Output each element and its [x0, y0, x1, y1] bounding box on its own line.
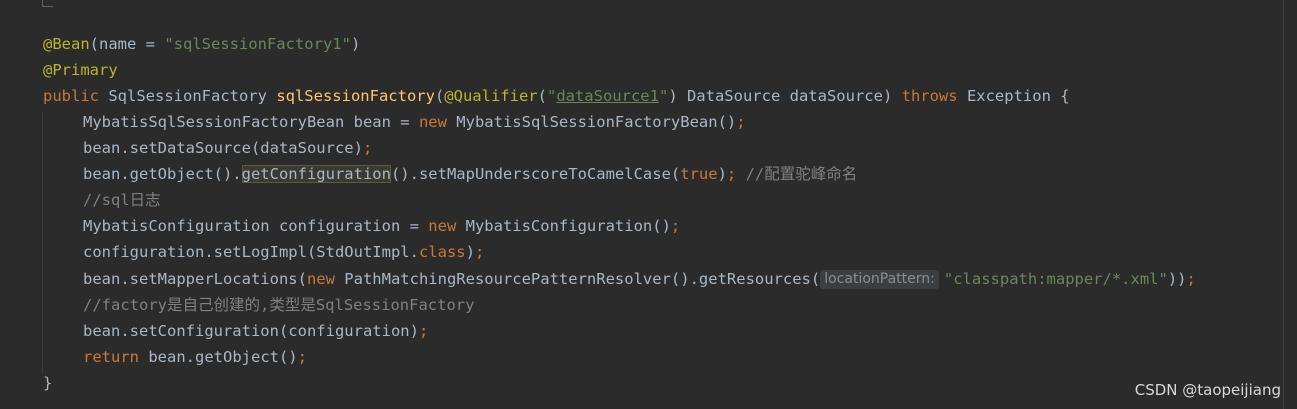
- code-token: bean.setMapperLocations(: [83, 270, 307, 288]
- keyword-token: public: [43, 87, 99, 105]
- semicolon-token: ;: [297, 348, 307, 366]
- code-token: bean.setConfiguration(configuration): [83, 322, 419, 340]
- method-name-token: sqlSessionFactory: [276, 87, 435, 105]
- code-token: }: [43, 374, 53, 392]
- brace-fold-marker: [42, 0, 53, 7]
- semicolon-token: ;: [362, 139, 373, 157]
- code-line-comment-factory[interactable]: //factory是自己创建的,类型是SqlSessionFactory: [83, 294, 474, 316]
- code-token: SqlSessionFactory: [99, 87, 277, 105]
- code-token: MybatisSqlSessionFactoryBean bean =: [83, 113, 419, 131]
- string-literal: "sqlSessionFactory1": [164, 35, 351, 53]
- code-token: ) DataSource dataSource): [668, 87, 902, 105]
- indent-guide: [42, 112, 43, 374]
- annotation-token: @Bean: [43, 35, 90, 53]
- highlighted-usage[interactable]: getConfiguration: [241, 165, 391, 183]
- code-line-bean-annotation[interactable]: @Bean(name = "sqlSessionFactory1"): [43, 33, 360, 55]
- code-token: bean.setDataSource(dataSource): [83, 139, 363, 157]
- code-token: (: [537, 87, 547, 105]
- keyword-token: return: [83, 348, 139, 366]
- code-token: MybatisConfiguration(): [456, 217, 671, 235]
- string-literal: "classpath:mapper/*.xml": [943, 270, 1168, 288]
- code-token: PathMatchingResourcePatternResolver().ge…: [334, 270, 821, 288]
- editor-gutter[interactable]: [0, 0, 30, 409]
- code-line-config-decl[interactable]: MybatisConfiguration configuration = new…: [83, 215, 680, 237]
- keyword-token: new: [306, 270, 335, 288]
- keyword-token: new: [428, 217, 457, 235]
- comment-token: //factory是自己创建的,类型是SqlSessionFactory: [83, 296, 475, 314]
- semicolon-token: ;: [726, 165, 737, 183]
- keyword-token: new: [418, 113, 447, 131]
- keyword-token: throws: [901, 87, 958, 105]
- code-line-bean-decl[interactable]: MybatisSqlSessionFactoryBean bean = new …: [83, 111, 746, 133]
- watermark-text: CSDN @taopeijiang: [1134, 381, 1281, 399]
- code-token: )): [1167, 270, 1187, 288]
- right-margin-guide: [1283, 0, 1284, 409]
- code-line-primary-annotation[interactable]: @Primary: [43, 59, 118, 81]
- code-token: bean.getObject(): [139, 348, 298, 366]
- semicolon-token: ;: [670, 217, 681, 235]
- comment-token: //sql日志: [83, 191, 161, 209]
- code-line-set-datasource[interactable]: bean.setDataSource(dataSource);: [83, 137, 372, 159]
- code-token: ): [717, 165, 727, 183]
- code-line-return[interactable]: return bean.getObject();: [83, 346, 307, 368]
- semicolon-token: ;: [474, 243, 485, 261]
- parameter-hint: locationPattern:: [820, 270, 939, 289]
- code-token: MybatisConfiguration configuration =: [83, 217, 429, 235]
- code-token: ): [350, 35, 361, 53]
- code-editor[interactable]: @Bean(name = "sqlSessionFactory1") @Prim…: [0, 0, 1297, 409]
- code-token: ().setMapUnderscoreToCamelCase(: [390, 165, 681, 183]
- code-line-camel-case[interactable]: bean.getObject().getConfiguration().setM…: [83, 163, 857, 185]
- code-token: ): [465, 243, 475, 261]
- qualifier-value-link[interactable]: dataSource1: [556, 87, 659, 105]
- code-line-method-signature[interactable]: public SqlSessionFactory sqlSessionFacto…: [43, 85, 1070, 107]
- comment-token: //配置驼峰命名: [736, 165, 858, 183]
- code-line-comment-sql-log[interactable]: //sql日志: [83, 189, 161, 211]
- code-token: Exception {: [957, 87, 1070, 105]
- code-line-mapper-locations[interactable]: bean.setMapperLocations(new PathMatching…: [83, 268, 1196, 290]
- semicolon-token: ;: [1186, 270, 1196, 288]
- code-token: (: [434, 87, 445, 105]
- annotation-token: @Qualifier: [444, 87, 538, 105]
- string-quote: ": [546, 87, 557, 105]
- code-line-set-configuration[interactable]: bean.setConfiguration(configuration);: [83, 320, 428, 342]
- code-token: configuration.setLogImpl(StdOutImpl.: [83, 243, 419, 261]
- semicolon-token: ;: [418, 322, 429, 340]
- keyword-token: class: [418, 243, 466, 261]
- semicolon-token: ;: [736, 113, 746, 131]
- code-token: bean.getObject().: [83, 165, 242, 183]
- keyword-token: true: [680, 165, 718, 183]
- code-line-set-log-impl[interactable]: configuration.setLogImpl(StdOutImpl.clas…: [83, 241, 484, 263]
- code-token: (name =: [89, 35, 165, 53]
- annotation-token: @Primary: [43, 61, 118, 79]
- code-line-closing-brace[interactable]: }: [43, 372, 52, 394]
- code-token: MybatisSqlSessionFactoryBean(): [446, 113, 737, 131]
- string-quote: ": [658, 87, 669, 105]
